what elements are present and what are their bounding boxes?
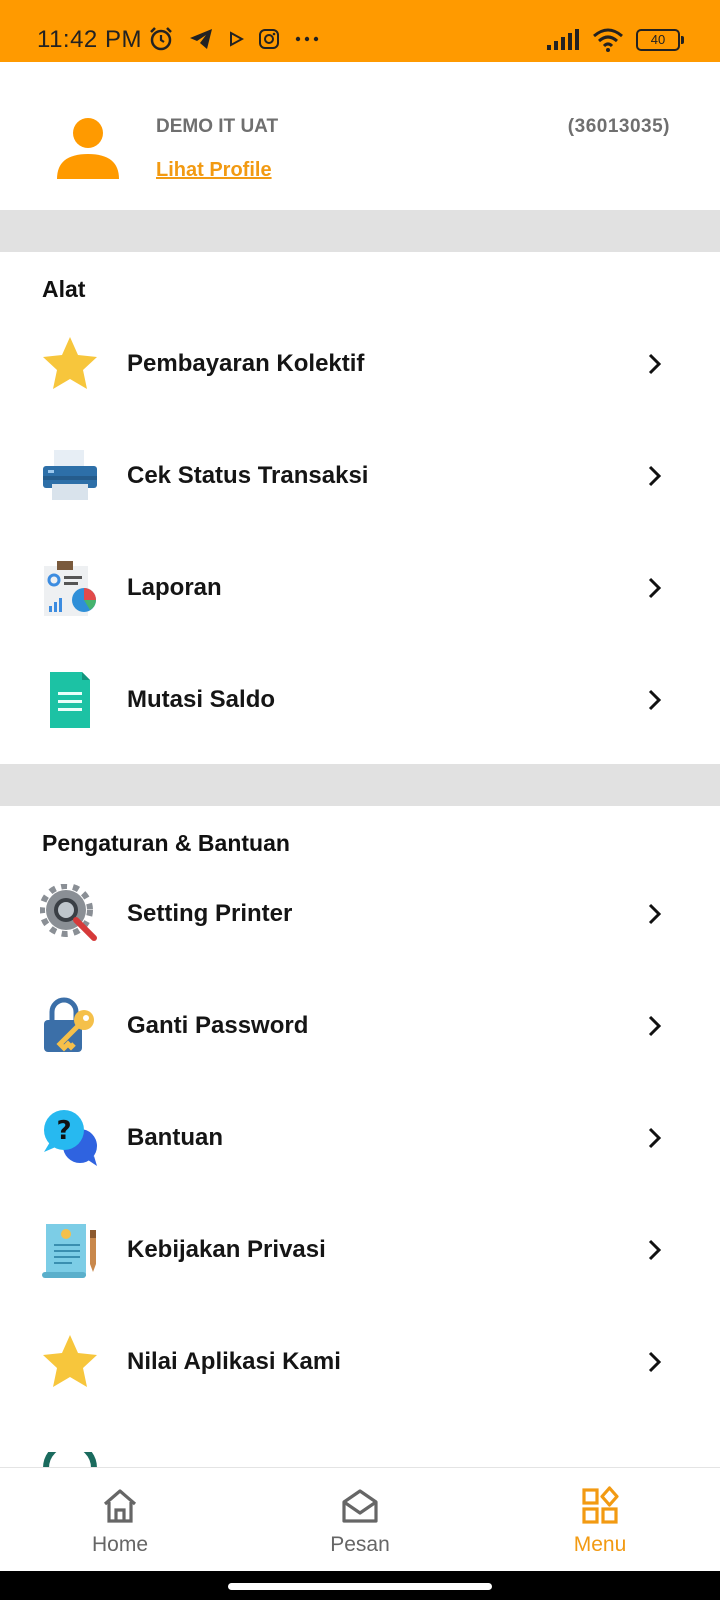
bottom-navigation: Home Pesan Menu: [0, 1467, 720, 1572]
help-chat-icon: ?: [44, 1110, 97, 1166]
menu-item-label: Laporan: [127, 574, 222, 601]
section-title-tools: Alat: [42, 276, 86, 302]
chevron-right-icon: [648, 465, 662, 487]
menu-item-cek-status-transaksi[interactable]: Cek Status Transaksi: [0, 424, 720, 536]
printer-icon: [43, 450, 97, 500]
chevron-right-icon: [648, 353, 662, 375]
view-profile-link[interactable]: Lihat Profile: [156, 159, 272, 182]
chevron-right-icon: [648, 903, 662, 925]
menu-item-label: Setting Printer: [127, 900, 293, 927]
status-time: 11:42 PM: [37, 26, 142, 53]
chevron-right-icon: [648, 1239, 662, 1261]
partial-item-icon: [43, 1452, 97, 1468]
section-divider: [0, 764, 720, 806]
wifi-icon: [593, 28, 623, 52]
menu-item-label: Kebijakan Privasi: [127, 1236, 326, 1263]
gesture-navigation-bar: [0, 1571, 720, 1600]
nav-menu[interactable]: Menu: [480, 1468, 720, 1572]
signal-icon: [547, 29, 579, 50]
report-icon: [44, 561, 96, 616]
privacy-document-icon: [42, 1224, 96, 1278]
section-divider: [0, 210, 720, 252]
nav-pesan-label: Pesan: [330, 1533, 390, 1556]
status-bar: 11:42 PM 40: [0, 0, 720, 62]
chevron-right-icon: [648, 689, 662, 711]
nav-menu-label: Menu: [573, 1533, 627, 1556]
profile-card: DEMO IT UAT (36013035) Lihat Profile: [0, 62, 720, 210]
menu-item-label: Cek Status Transaksi: [127, 462, 369, 489]
menu-item-pembayaran-kolektif[interactable]: Pembayaran Kolektif: [0, 312, 720, 424]
menu-item-label: Nilai Aplikasi Kami: [127, 1348, 341, 1375]
star-icon: [43, 337, 97, 389]
chevron-right-icon: [648, 1351, 662, 1373]
profile-id: (36013035): [567, 116, 670, 137]
menu-item-laporan[interactable]: Laporan: [0, 536, 720, 648]
document-icon: [50, 672, 90, 728]
chevron-right-icon: [648, 1015, 662, 1037]
menu-item-bantuan[interactable]: ? Bantuan: [0, 1086, 720, 1198]
menu-item-label: Pembayaran Kolektif: [127, 350, 365, 377]
menu-item-kebijakan-privasi[interactable]: Kebijakan Privasi: [0, 1198, 720, 1310]
svg-text:?: ?: [56, 1116, 71, 1146]
lock-key-icon: [44, 997, 94, 1052]
menu-item-mutasi-saldo[interactable]: Mutasi Saldo: [0, 648, 720, 760]
nav-home-label: Home: [91, 1533, 149, 1556]
play-icon: [230, 31, 244, 47]
home-gesture-handle[interactable]: [228, 1583, 492, 1590]
battery-indicator: 40: [636, 29, 684, 51]
nav-pesan[interactable]: Pesan: [240, 1468, 480, 1572]
menu-item-setting-printer[interactable]: Setting Printer: [0, 862, 720, 974]
chevron-right-icon: [648, 577, 662, 599]
menu-item-nilai-aplikasi[interactable]: Nilai Aplikasi Kami: [0, 1310, 720, 1422]
gear-search-icon: [40, 884, 97, 941]
profile-name: DEMO IT UAT: [156, 116, 279, 137]
menu-grid-icon: [582, 1486, 619, 1524]
menu-item-ganti-password[interactable]: Ganti Password: [0, 974, 720, 1086]
telegram-icon: [190, 29, 212, 49]
mail-icon: [342, 1489, 378, 1523]
menu-item-label: Mutasi Saldo: [127, 686, 276, 713]
star-icon: [43, 1335, 97, 1387]
nav-home[interactable]: Home: [0, 1468, 240, 1572]
section-title-settings-help: Pengaturan & Bantuan: [42, 830, 290, 856]
home-icon: [103, 1489, 137, 1523]
alarm-icon: [150, 27, 172, 51]
more-dots-icon: [295, 36, 319, 42]
avatar-icon: [57, 118, 119, 179]
instagram-icon: [259, 29, 279, 49]
chevron-right-icon: [648, 1127, 662, 1149]
menu-item-label: Bantuan: [127, 1124, 223, 1151]
menu-item-label: Ganti Password: [127, 1012, 309, 1039]
